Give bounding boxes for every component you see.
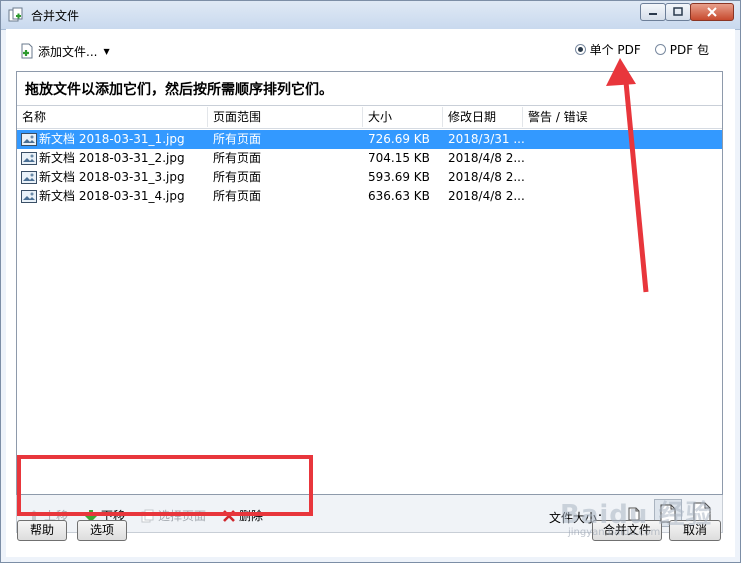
acrobat-combine-icon — [8, 7, 23, 22]
cell-range: 所有页面 — [213, 189, 262, 203]
table-row[interactable]: 新文档 2018-03-31_2.jpg 所有页面 704.15 KB 2018/4/… — [17, 149, 722, 168]
cell-name: 新文档 2018-03-31_1.jpg — [39, 132, 185, 146]
column-header-modified[interactable]: 修改日期 — [443, 107, 523, 127]
options-button[interactable]: 选项 — [77, 520, 127, 541]
output-type-group: 单个 PDF PDF 包 — [574, 41, 709, 58]
image-file-icon — [21, 171, 37, 184]
column-header-name[interactable]: 名称 — [17, 107, 208, 127]
single-pdf-label: 单个 PDF — [589, 43, 641, 57]
close-button[interactable] — [690, 3, 734, 21]
cell-name: 新文档 2018-03-31_3.jpg — [39, 170, 185, 184]
table-row[interactable]: 新文档 2018-03-31_1.jpg 所有页面 726.69 KB 2018/3/… — [17, 130, 722, 149]
cell-name: 新文档 2018-03-31_4.jpg — [39, 189, 185, 203]
single-pdf-radio[interactable]: 单个 PDF — [574, 41, 641, 58]
image-file-icon — [21, 133, 37, 146]
pdf-portfolio-label: PDF 包 — [669, 43, 709, 57]
table-header: 名称 页面范围 大小 修改日期 警告 / 错误 — [17, 107, 722, 129]
pdf-portfolio-radio[interactable]: PDF 包 — [654, 41, 709, 58]
table-row[interactable]: 新文档 2018-03-31_4.jpg 所有页面 636.63 KB 2018/4/… — [17, 187, 722, 206]
file-list-panel[interactable]: 拖放文件以添加它们，然后按所需顺序排列它们。 名称 页面范围 大小 修改日期 警… — [16, 71, 723, 495]
cell-size: 593.69 KB — [368, 170, 430, 184]
add-file-icon — [21, 43, 33, 59]
help-button[interactable]: 帮助 — [17, 520, 67, 541]
column-header-size[interactable]: 大小 — [363, 107, 443, 127]
add-files-button[interactable]: 添加文件... ▼ — [19, 42, 110, 60]
cell-modified: 2018/4/8 2... — [448, 170, 525, 184]
cell-modified: 2018/4/8 2... — [448, 151, 525, 165]
image-file-icon — [21, 190, 37, 203]
image-file-icon — [21, 152, 37, 165]
cell-range: 所有页面 — [213, 132, 262, 146]
cell-modified: 2018/3/31 ... — [448, 132, 525, 146]
minimize-button[interactable] — [640, 3, 666, 21]
radio-unselected-icon — [654, 44, 666, 55]
cell-name: 新文档 2018-03-31_2.jpg — [39, 151, 185, 165]
baidu-watermark-url: jingyan.baidu.com — [568, 527, 661, 538]
drop-instruction: 拖放文件以添加它们，然后按所需顺序排列它们。 — [17, 72, 722, 106]
chevron-down-icon: ▼ — [103, 46, 110, 56]
cell-size: 704.15 KB — [368, 151, 430, 165]
cell-range: 所有页面 — [213, 170, 262, 184]
add-files-label: 添加文件... — [38, 44, 98, 59]
cell-size: 636.63 KB — [368, 189, 430, 203]
cell-modified: 2018/4/8 2... — [448, 189, 525, 203]
radio-selected-icon — [574, 44, 586, 55]
cell-range: 所有页面 — [213, 151, 262, 165]
minimize-icon — [649, 13, 657, 15]
annotation-highlight-box — [17, 455, 313, 516]
title-bar[interactable]: 合并文件 — [1, 1, 740, 30]
baidu-watermark: Baidu 经验 — [560, 500, 713, 530]
column-header-warnings[interactable]: 警告 / 错误 — [523, 107, 722, 127]
column-header-page-range[interactable]: 页面范围 — [208, 107, 363, 127]
close-icon — [707, 7, 717, 17]
maximize-button[interactable] — [665, 3, 691, 21]
table-row[interactable]: 新文档 2018-03-31_3.jpg 所有页面 593.69 KB 2018/4/… — [17, 168, 722, 187]
cell-size: 726.69 KB — [368, 132, 430, 146]
maximize-icon — [673, 7, 683, 16]
window-title: 合并文件 — [31, 9, 80, 23]
